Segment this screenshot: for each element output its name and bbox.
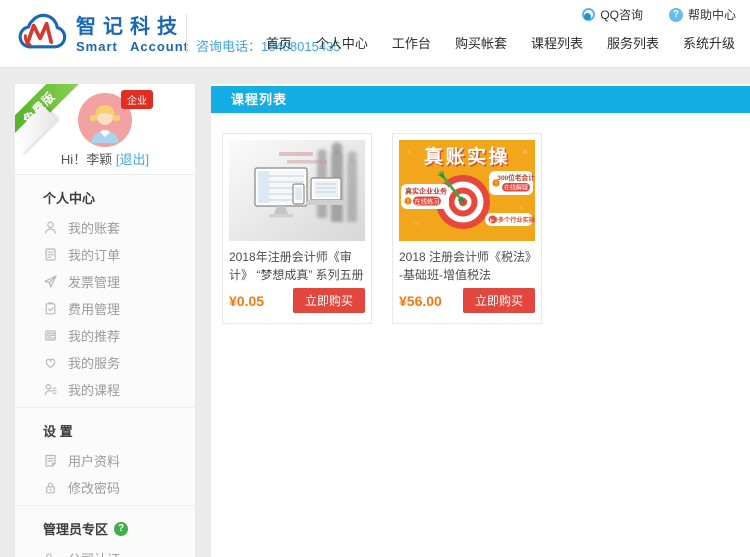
news-icon [43, 328, 58, 343]
sidebar-item-label: 公司认证 [68, 549, 120, 557]
sidebar-item-label: 费用管理 [68, 299, 120, 318]
enterprise-badge: 企业 [121, 90, 153, 109]
user-search-icon [43, 551, 58, 557]
card-footer: ¥0.05 立即购买 [229, 288, 365, 313]
nav-item-system-upgrade[interactable]: 系统升级 [678, 31, 740, 54]
course-banner-office-image [229, 140, 365, 241]
section-personal-center: 个人中心 我的账套 我的订单 发票管理 费用管理 [15, 175, 195, 407]
bubble-left: 真实企业业务 ! 在线练习 [401, 184, 449, 209]
sidebar-item-label: 我的订单 [68, 245, 120, 264]
logout-link[interactable]: [退出] [116, 152, 149, 167]
sidebar-item-label: 我的推荐 [68, 326, 120, 345]
section-title: 管理员专区 ? [15, 506, 195, 545]
sidebar-item-my-services[interactable]: 我的服务 [15, 349, 195, 376]
panel-title-bar: 课程列表 [211, 86, 750, 113]
sidebar-item-label: 我的服务 [68, 353, 120, 372]
sidebar-item-my-courses[interactable]: 我的课程 [15, 376, 195, 403]
sidebar: 免费版 企业 Hi！李颖 [退出] [15, 84, 195, 557]
profile-card: 免费版 企业 Hi！李颖 [退出] [15, 84, 195, 174]
help-center-link[interactable]: ? 帮助中心 [669, 6, 736, 23]
sidebar-item-label: 用户资料 [68, 451, 120, 470]
bubble-right-bottom: ▶ 60多个行业实操 [485, 213, 535, 226]
brand-text: 智记科技 Smart Account [76, 15, 189, 55]
sidebar-item-label: 发票管理 [68, 272, 120, 291]
course-price: ¥0.05 [229, 293, 264, 309]
main-nav: 首页 个人中心 工作台 购买帐套 课程列表 服务列表 系统升级 [261, 31, 740, 54]
brand-name-cn: 智记科技 [76, 15, 189, 39]
section-admin-zone: 管理员专区 ? 公司认证 成员列表 [15, 505, 195, 557]
nav-item-home[interactable]: 首页 [261, 31, 297, 54]
svg-text:300位老会计: 300位老会计 [497, 173, 535, 182]
qq-consult-link[interactable]: QQ咨询 [582, 6, 643, 23]
course-banner-target-image: ¥¥% 真账实操 真账实操 [399, 140, 535, 241]
sidebar-item-label: 我的课程 [68, 380, 120, 399]
course-price: ¥56.00 [399, 293, 442, 309]
heart-icon [43, 355, 58, 370]
sidebar-item-user-profile[interactable]: 用户资料 [15, 447, 195, 474]
buy-now-button[interactable]: 立即购买 [463, 288, 535, 313]
card-footer: ¥56.00 立即购买 [399, 288, 535, 313]
sidebar-item-change-password[interactable]: 修改密码 [15, 474, 195, 501]
sidebar-item-my-orders[interactable]: 我的订单 [15, 241, 195, 268]
question-circle-icon: ? [669, 8, 683, 22]
svg-text:60多个行业实操: 60多个行业实操 [491, 216, 535, 224]
course-cards: 2018年注册会计师《审计》 “梦想成真” 系列五册通 ¥0.05 立即购买 ¥… [211, 113, 750, 324]
svg-text:在线解疑: 在线解疑 [504, 184, 528, 192]
main-content: 课程列表 [211, 84, 750, 557]
svg-text:%: % [413, 221, 419, 228]
nav-item-personal-center[interactable]: 个人中心 [311, 31, 373, 54]
nav-item-service-list[interactable]: 服务列表 [602, 31, 664, 54]
buy-now-button[interactable]: 立即购买 [293, 288, 365, 313]
section-title-text: 管理员专区 [43, 519, 108, 538]
svg-text:在线练习: 在线练习 [414, 196, 439, 205]
user-icon [43, 220, 58, 235]
course-card-tax-law[interactable]: ¥¥% 真账实操 真账实操 [392, 133, 542, 324]
quick-links: QQ咨询 ? 帮助中心 [582, 6, 736, 23]
greeting-row: Hi！李颖 [退出] [15, 149, 195, 168]
svg-text:¥: ¥ [519, 205, 523, 212]
svg-text:¥: ¥ [407, 149, 411, 156]
section-settings: 设 置 用户资料 修改密码 [15, 407, 195, 505]
qq-consult-label: QQ咨询 [600, 6, 643, 23]
profile-doc-icon [43, 453, 58, 468]
svg-text:真实企业业务: 真实企业业务 [405, 187, 448, 196]
admin-help-icon[interactable]: ? [114, 522, 128, 536]
nav-item-buy-account-set[interactable]: 购买帐套 [450, 31, 512, 54]
sidebar-item-label: 修改密码 [68, 478, 120, 497]
header: 智记科技 Smart Account 咨询电话：18408015435 QQ咨询… [0, 0, 750, 68]
greeting-text: Hi！李颖 [61, 152, 112, 167]
brand-name-en: Smart Account [76, 39, 189, 55]
sidebar-item-company-certification[interactable]: 公司认证 [15, 545, 195, 557]
header-divider [186, 14, 187, 54]
svg-text:!: ! [407, 199, 409, 206]
nav-item-course-list[interactable]: 课程列表 [526, 31, 588, 54]
nav-item-workbench[interactable]: 工作台 [387, 31, 436, 54]
sidebar-item-label: 我的账套 [68, 218, 120, 237]
bubble-right-top: ! 300位老会计 在线解疑 [489, 171, 535, 195]
sidebar-item-invoice-management[interactable]: 发票管理 [15, 268, 195, 295]
sidebar-item-my-referrals[interactable]: 我的推荐 [15, 322, 195, 349]
cloud-logo-icon [14, 8, 70, 61]
section-title: 设 置 [15, 408, 195, 447]
course-title: 2018 注册会计师《税法》-基础班-增值税法 [399, 248, 535, 285]
sidebar-menu: 个人中心 我的账套 我的订单 发票管理 费用管理 [15, 174, 195, 557]
clipboard-check-icon [43, 301, 58, 316]
brand-logo[interactable]: 智记科技 Smart Account [14, 8, 189, 61]
course-title: 2018年注册会计师《审计》 “梦想成真” 系列五册通 [229, 248, 365, 285]
qq-icon [582, 8, 595, 21]
section-title: 个人中心 [15, 175, 195, 214]
course-card-audit[interactable]: 2018年注册会计师《审计》 “梦想成真” 系列五册通 ¥0.05 立即购买 [222, 133, 372, 324]
sidebar-item-expense-management[interactable]: 费用管理 [15, 295, 195, 322]
lock-icon [43, 480, 58, 495]
order-doc-icon [43, 247, 58, 262]
sidebar-item-my-account-sets[interactable]: 我的账套 [15, 214, 195, 241]
paper-plane-icon [43, 274, 58, 289]
help-center-label: 帮助中心 [688, 6, 736, 23]
banner-headline: 真账实操 [424, 145, 510, 168]
user-list-icon [43, 382, 58, 397]
